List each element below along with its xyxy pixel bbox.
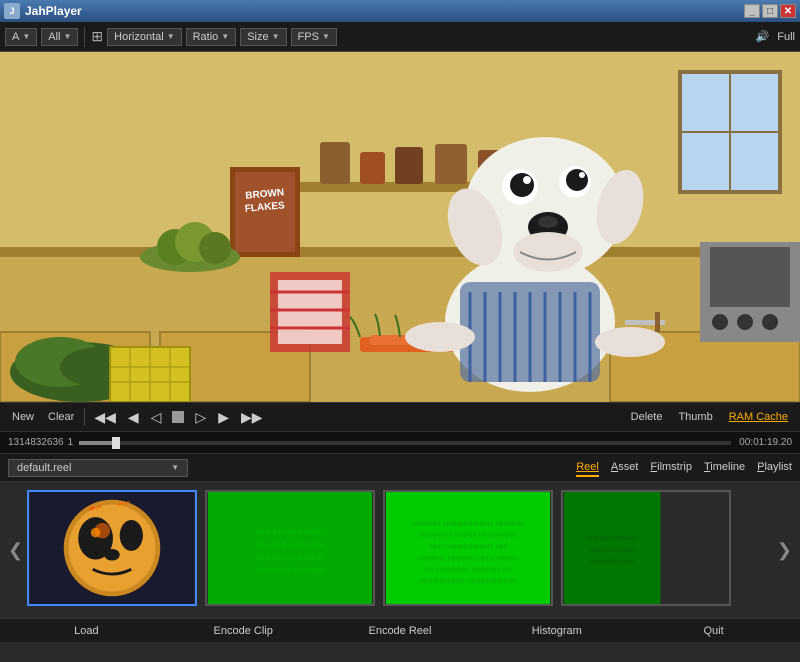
clear-button[interactable]: Clear <box>44 409 78 425</box>
svg-text:HH HHHHHH HHHHH HH: HH HHHHHH HHHHH HH <box>423 565 513 574</box>
histogram-button[interactable]: Histogram <box>478 623 635 639</box>
tab-filmstrip[interactable]: Filmstrip <box>650 459 692 477</box>
window-controls: _ □ ✕ <box>744 4 796 18</box>
step-back-button[interactable]: ◁ <box>148 407 165 428</box>
new-button[interactable]: New <box>8 409 38 425</box>
filmstrip-nav-right[interactable]: ❯ <box>773 540 796 561</box>
stop-button[interactable] <box>172 411 184 423</box>
video-canvas: BROWN FLAKES <box>0 52 800 402</box>
track-dropdown[interactable]: A ▼ <box>5 28 37 46</box>
timeline-thumb[interactable] <box>112 437 120 449</box>
svg-text:HH HHHHHH HH: HH HHHHHH HH <box>256 540 323 550</box>
encode-clip-button[interactable]: Encode Clip <box>165 623 322 639</box>
size-dropdown[interactable]: Size ▼ <box>240 28 286 46</box>
encode-clip-label: Encode Clip <box>214 625 273 637</box>
size-label: Size <box>247 31 268 43</box>
frame-number: 1 <box>68 437 74 448</box>
filmstrip-item-2[interactable]: HHHHH HHHHHHHHH HHHHH HHHHHH HHHH HHHHHH… <box>383 490 553 606</box>
svg-text:HHHH HHH HHH: HHHH HHH HHH <box>256 565 323 575</box>
bottom-bar: Load Encode Clip Encode Reel Histogram Q… <box>0 618 800 642</box>
controls-right: Delete Thumb RAM Cache <box>627 409 792 425</box>
all-dropdown[interactable]: All ▼ <box>41 28 78 46</box>
app-title: JahPlayer <box>25 4 744 18</box>
load-button[interactable]: Load <box>8 623 165 639</box>
horizontal-label: Horizontal <box>114 31 164 43</box>
all-label: All <box>48 31 60 43</box>
thumb-button[interactable]: Thumb <box>674 409 716 425</box>
play-button[interactable]: ▶ <box>215 407 232 428</box>
title-bar: J JahPlayer _ □ ✕ <box>0 0 800 22</box>
filmstrip-item-1[interactable]: HHHHHHHHHHH HH HHHHHH HH HHHHHHHHHHH HHH… <box>205 490 375 606</box>
toolbar-right: 🔊 Full <box>756 30 795 43</box>
tab-asset[interactable]: Asset <box>611 459 639 477</box>
toolbar: A ▼ All ▼ ⊞ Horizontal ▼ Ratio ▼ Size ▼ … <box>0 22 800 52</box>
sep1 <box>84 27 85 47</box>
volume-icon[interactable]: 🔊 <box>756 30 770 43</box>
svg-text:HHHHHHHH HHHHHHHHH: HHHHHHHH HHHHHHHHH <box>420 577 517 586</box>
filmstrip-item-0[interactable] <box>27 490 197 606</box>
video-area: BROWN FLAKES <box>0 52 800 402</box>
ratio-label: Ratio <box>193 31 219 43</box>
rewind-button[interactable]: ◀ <box>125 407 142 428</box>
step-fwd-button[interactable]: ▷ <box>192 407 209 428</box>
encode-reel-button[interactable]: Encode Reel <box>322 623 479 639</box>
reel-dropdown-arrow: ▼ <box>171 463 179 472</box>
filmstrip-nav-left[interactable]: ❮ <box>4 540 27 561</box>
reel-name: default.reel <box>17 462 71 474</box>
filmstrip-container: HHHHHHHHHHH HH HHHHHH HH HHHHHHHHHHH HHH… <box>27 490 773 610</box>
full-label[interactable]: Full <box>777 31 795 43</box>
svg-text:HHHHH HHHHH HHH HHHH: HHHHH HHHHH HHH HHHH <box>417 554 518 563</box>
horizontal-dropdown[interactable]: Horizontal ▼ <box>107 28 181 46</box>
svg-text:HHHHHH HHHH HHHHHHH: HHHHHH HHHH HHHHHHH <box>419 530 518 539</box>
reel-tabs: Reel Asset Filmstrip Timeline Playlist <box>576 459 792 477</box>
quit-button[interactable]: Quit <box>635 623 792 639</box>
close-button[interactable]: ✕ <box>780 4 796 18</box>
app-icon: J <box>4 3 20 19</box>
position-number: 1314832636 <box>8 437 64 448</box>
fwd-fast-button[interactable]: ▶▶ <box>238 407 266 428</box>
horizontal-arrow: ▼ <box>167 32 175 41</box>
ctrl-sep1 <box>84 408 85 426</box>
filmstrip-item-3[interactable]: HHHHH HHHHH HHH HHHHHH HHHHHHHHH <box>561 490 731 606</box>
svg-text:HHHHHHHHHHH: HHHHHHHHHHH <box>256 553 325 563</box>
svg-text:HHH HHHHHHHH HH: HHH HHHHHHHH HH <box>430 542 507 551</box>
ratio-arrow: ▼ <box>221 32 229 41</box>
fps-dropdown[interactable]: FPS ▼ <box>291 28 337 46</box>
display-icon: ⊞ <box>91 28 103 45</box>
tab-timeline[interactable]: Timeline <box>704 459 745 477</box>
timeline-bar: 1314832636 1 00:01:19.20 <box>0 432 800 454</box>
controls-bar: New Clear ◀◀ ◀ ◁ ▷ ▶ ▶▶ Delete Thumb RAM… <box>0 402 800 432</box>
svg-text:HHHHHHHHH: HHHHHHHHH <box>590 558 634 565</box>
timecode: 00:01:19.20 <box>739 437 792 448</box>
all-arrow: ▼ <box>64 32 72 41</box>
maximize-button[interactable]: □ <box>762 4 778 18</box>
delete-button[interactable]: Delete <box>627 409 667 425</box>
ram-cache-button[interactable]: RAM Cache <box>725 409 792 425</box>
rewind-fast-button[interactable]: ◀◀ <box>91 407 119 428</box>
tab-reel[interactable]: Reel <box>576 459 599 477</box>
svg-text:HHH HHHHHH: HHH HHHHHH <box>589 547 635 554</box>
svg-text:HHHHHHHHHHH: HHHHHHHHHHH <box>256 527 325 537</box>
fps-arrow: ▼ <box>322 32 330 41</box>
load-label: Load <box>74 625 98 637</box>
size-arrow: ▼ <box>272 32 280 41</box>
histogram-label: Histogram <box>532 625 582 637</box>
encode-reel-label: Encode Reel <box>368 625 431 637</box>
ratio-dropdown[interactable]: Ratio ▼ <box>186 28 237 46</box>
reel-bar: default.reel ▼ Reel Asset Filmstrip Time… <box>0 454 800 482</box>
filmstrip-area: ❮ <box>0 482 800 618</box>
tab-playlist[interactable]: Playlist <box>757 459 792 477</box>
svg-text:HHHHH HHHHHHHHH HHHHH: HHHHH HHHHHHHHH HHHHH <box>413 519 523 528</box>
reel-selector[interactable]: default.reel ▼ <box>8 459 188 477</box>
track-label: A <box>12 31 19 43</box>
quit-label: Quit <box>703 625 723 637</box>
track-arrow: ▼ <box>22 32 30 41</box>
timeline-fill <box>79 441 112 445</box>
fps-label: FPS <box>298 31 319 43</box>
minimize-button[interactable]: _ <box>744 4 760 18</box>
timeline-slider[interactable] <box>79 441 731 445</box>
svg-text:HHHHH HHHHH: HHHHH HHHHH <box>587 535 638 542</box>
